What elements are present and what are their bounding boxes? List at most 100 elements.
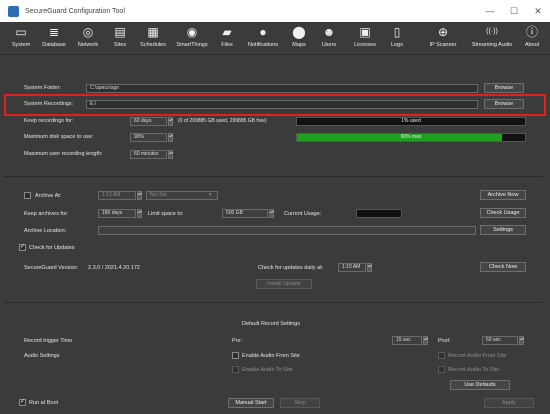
- toolbar-files[interactable]: ▰ Files: [216, 25, 238, 53]
- apply-button[interactable]: Apply: [484, 398, 534, 408]
- window-title: SecureGuard Configuration Tool: [25, 7, 125, 15]
- audio-settings-label: Audio Settings: [24, 353, 60, 359]
- toolbar-users[interactable]: ☻ Users: [318, 25, 340, 53]
- version-label: SecureGuard Version:: [24, 265, 79, 271]
- toolbar-logs[interactable]: ▯ Logs: [386, 25, 408, 53]
- config-window: SecureGuard Configuration Tool — ☐ ✕ ▭ S…: [0, 0, 550, 414]
- check-updates-label: Check for Updates: [29, 245, 75, 251]
- stop-button[interactable]: Stop: [280, 398, 320, 408]
- close-button[interactable]: ✕: [526, 0, 550, 22]
- archive-location-label: Archive Location:: [24, 228, 67, 234]
- limit-space-spinner[interactable]: ▴▾: [269, 209, 274, 218]
- database-icon: ≣: [48, 25, 60, 39]
- toolbar-sites[interactable]: ▤ Sites: [108, 25, 132, 53]
- version-value: 2.3.0 / 2021.4.20.172: [88, 265, 140, 271]
- toolbar-label: Database: [42, 42, 66, 48]
- archive-time-spinner[interactable]: ▴▾: [137, 191, 142, 200]
- toolbar-network[interactable]: ◎ Network: [73, 25, 103, 53]
- maximize-button[interactable]: ☐: [502, 0, 526, 22]
- keep-recordings-spinner[interactable]: ▴▾: [168, 117, 173, 126]
- divider: [4, 176, 543, 177]
- users-icon: ☻: [322, 25, 336, 39]
- toolbar-maps[interactable]: ⬤ Maps: [288, 25, 310, 53]
- browse-folder-button[interactable]: Browse: [484, 83, 524, 93]
- toolbar-label: Licenses: [354, 42, 376, 48]
- pre-time-input[interactable]: 15 sec: [392, 336, 422, 345]
- disk-usage-text: 1% used: [401, 118, 421, 124]
- limit-space-input[interactable]: 500 GB: [222, 209, 268, 218]
- max-disk-input[interactable]: 90%: [130, 133, 167, 142]
- license-icon: ▣: [359, 25, 371, 39]
- enable-audio-from-checkbox[interactable]: [232, 352, 239, 359]
- manual-start-button[interactable]: Manual Start: [228, 398, 274, 408]
- sites-icon: ▤: [114, 25, 126, 39]
- max-disk-spinner[interactable]: ▴▾: [168, 133, 173, 142]
- toolbar-label: Network: [77, 42, 99, 48]
- record-audio-from-checkbox[interactable]: [438, 352, 445, 359]
- keep-archives-label: Keep archives for:: [24, 211, 69, 217]
- current-usage-bar: [356, 209, 402, 218]
- run-at-boot-checkbox[interactable]: ✓: [19, 399, 26, 406]
- pre-time-spinner[interactable]: ▴▾: [423, 336, 428, 345]
- bell-icon: ●: [259, 25, 267, 39]
- record-audio-from-label: Record Audio From Site: [448, 353, 507, 359]
- check-updates-checkbox[interactable]: ✓: [19, 244, 26, 251]
- logs-icon: ▯: [393, 25, 401, 39]
- toolbar-label: About: [524, 42, 540, 48]
- usage-info-text: (0 of 299885 GB used, 299885 GB free): [178, 118, 267, 124]
- current-usage-label: Current Usage:: [284, 211, 322, 217]
- toolbar-schedules[interactable]: ▦ Schedules: [136, 25, 170, 53]
- max-disk-text: 90% max: [400, 134, 422, 140]
- max-user-rec-label: Maximum user recording length:: [24, 151, 103, 157]
- daily-check-time-input[interactable]: 1:10 AM: [338, 263, 366, 272]
- keep-archives-spinner[interactable]: ▴▾: [137, 209, 142, 218]
- record-audio-to-label: Record Audio To Site: [448, 367, 500, 373]
- archive-now-button[interactable]: Archive Now: [480, 190, 526, 200]
- archive-mode-select[interactable]: Not Set: [146, 191, 218, 200]
- toolbar-database[interactable]: ≣ Database: [38, 25, 70, 53]
- post-time-input[interactable]: 60 sec: [482, 336, 518, 345]
- toolbar-notifications[interactable]: ● Notifications: [243, 25, 283, 53]
- record-defaults-heading: Default Record Settings: [242, 321, 301, 327]
- toolbar-label: Sites: [113, 42, 127, 48]
- toolbar-licenses[interactable]: ▣ Licenses: [350, 25, 380, 53]
- daily-check-label: Check for updates daily at:: [258, 265, 324, 271]
- install-update-button[interactable]: Install Update: [256, 279, 312, 289]
- minimize-button[interactable]: —: [478, 0, 502, 22]
- app-shield-icon: [8, 5, 19, 17]
- scanner-icon: ⊕: [437, 25, 449, 39]
- archive-at-checkbox[interactable]: [24, 192, 31, 199]
- daily-check-spinner[interactable]: ▴▾: [367, 263, 372, 272]
- toolbar-streaming-audio[interactable]: ((·)) Streaming Audio: [468, 25, 516, 53]
- highlight-box: [4, 94, 546, 116]
- max-user-rec-spinner[interactable]: ▴▾: [168, 150, 173, 159]
- post-time-spinner[interactable]: ▴▾: [519, 336, 524, 345]
- pre-label: Pre:: [232, 338, 243, 344]
- keep-recordings-input[interactable]: 60 days: [130, 117, 167, 126]
- archive-at-label: Archive At:: [35, 193, 62, 199]
- system-folder-input[interactable]: C:\specs\sgo: [86, 84, 478, 93]
- check-usage-button[interactable]: Check Usage: [480, 208, 526, 218]
- network-icon: ◎: [82, 25, 94, 39]
- max-user-rec-input[interactable]: 60 minutes: [130, 150, 167, 159]
- toolbar-label: Notifications: [248, 42, 278, 48]
- toolbar-label: Schedules: [140, 42, 166, 48]
- enable-audio-to-checkbox[interactable]: [232, 366, 239, 373]
- archive-time-input[interactable]: 1:12 AM: [98, 191, 136, 200]
- toolbar-system[interactable]: ▭ System: [6, 25, 36, 53]
- check-now-button[interactable]: Check Now: [480, 262, 526, 272]
- archive-location-input[interactable]: [98, 226, 476, 235]
- toolbar-smartthings[interactable]: ◉ SmartThings: [172, 25, 212, 53]
- archive-settings-button[interactable]: Settings: [480, 225, 526, 235]
- toolbar-about[interactable]: ⓘ About: [520, 25, 544, 53]
- toolbar-label: Logs: [391, 42, 403, 48]
- keep-archives-input[interactable]: 180 days: [98, 209, 136, 218]
- monitor-icon: ▭: [15, 25, 27, 39]
- map-pin-icon: ⬤: [292, 25, 306, 39]
- use-defaults-button[interactable]: Use Defaults: [450, 380, 510, 390]
- toolbar-label: Files: [221, 42, 233, 48]
- max-disk-label: Maximum disk space to use:: [24, 134, 94, 140]
- toolbar-ip-scanner[interactable]: ⊕ IP Scanner: [426, 25, 460, 53]
- record-audio-to-checkbox[interactable]: [438, 366, 445, 373]
- info-icon: ⓘ: [525, 25, 538, 39]
